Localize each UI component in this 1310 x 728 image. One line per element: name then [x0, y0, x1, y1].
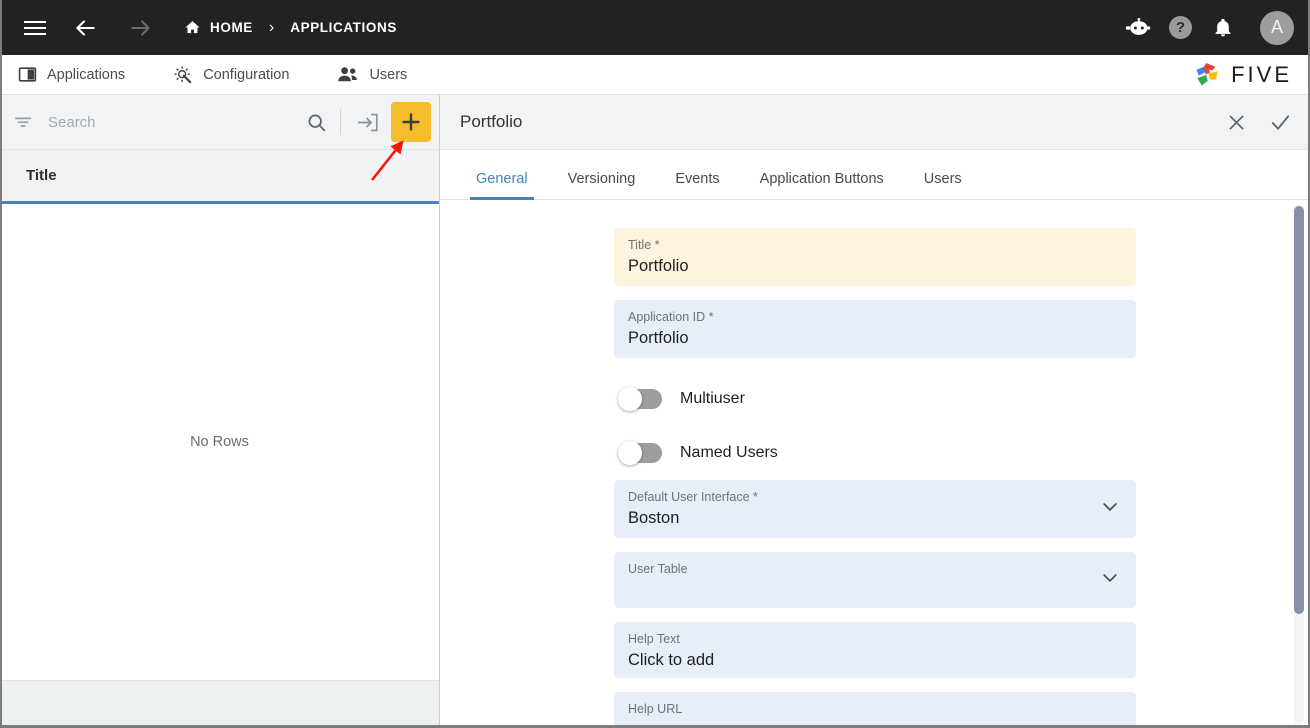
tab-versioning-label: Versioning [567, 171, 636, 187]
field-named-users[interactable]: Named Users [614, 426, 1136, 480]
nav-item-configuration-label: Configuration [203, 66, 290, 83]
help-glyph: ? [1175, 19, 1186, 36]
nav-item-users[interactable]: Users [337, 65, 407, 84]
list-column-header[interactable]: Title [0, 150, 439, 204]
tab-users-label: Users [923, 171, 962, 187]
tab-application-buttons[interactable]: Application Buttons [746, 171, 898, 199]
field-title[interactable]: Title * Portfolio [614, 228, 1136, 286]
check-icon[interactable] [1269, 111, 1292, 134]
search-input[interactable] [48, 113, 301, 131]
nav-item-users-label: Users [369, 66, 408, 83]
multiuser-label: Multiuser [680, 390, 745, 407]
tab-events-label: Events [675, 171, 720, 187]
avatar-initial: A [1270, 17, 1283, 37]
avatar[interactable]: A [1260, 10, 1294, 45]
field-help-url-label: Help URL [628, 702, 683, 716]
hamburger-menu-icon[interactable] [18, 11, 52, 45]
brand-wordmark: FIVE [1231, 61, 1292, 87]
named-users-label: Named Users [680, 444, 778, 461]
bell-icon[interactable] [1206, 11, 1240, 45]
breadcrumb-home-label: HOME [210, 20, 253, 35]
nav-item-applications-label: Applications [47, 66, 126, 83]
field-help-url[interactable]: Help URL [614, 692, 1136, 728]
forward-arrow-icon[interactable] [124, 11, 158, 45]
users-icon [337, 65, 359, 84]
five-brand-logo: FIVE [1192, 60, 1292, 90]
field-default-user-interface-value: Boston [628, 509, 680, 527]
tab-events[interactable]: Events [661, 171, 733, 199]
add-button[interactable] [391, 102, 431, 142]
named-users-toggle[interactable] [618, 441, 662, 465]
robot-chat-icon[interactable] [1121, 11, 1155, 45]
list-empty-state: No Rows [0, 204, 439, 680]
field-help-text-value: Click to add [628, 651, 715, 669]
search-icon[interactable] [301, 112, 331, 133]
multiuser-toggle[interactable] [618, 387, 662, 411]
breadcrumb-home[interactable]: HOME [184, 19, 253, 36]
toolbar-divider [340, 109, 341, 135]
form-scrollbar[interactable] [1294, 204, 1304, 724]
back-arrow-icon[interactable] [68, 11, 102, 45]
field-default-user-interface-label: Default User Interface * [628, 490, 758, 504]
page-title: Portfolio [460, 112, 523, 131]
help-icon[interactable]: ? [1169, 16, 1192, 39]
application-window: HOME › APPLICATIONS ? A Applications Con… [0, 0, 1310, 728]
applications-list-panel: Title No Rows [0, 95, 440, 728]
topbar-actions: ? A [1121, 10, 1294, 45]
configuration-gear-icon [173, 65, 193, 85]
field-title-label: Title * [628, 238, 660, 252]
field-application-id-label: Application ID * [628, 310, 714, 324]
main-content: Title No Rows Portfolio [0, 95, 1310, 728]
top-navigation-bar: HOME › APPLICATIONS ? A [0, 0, 1310, 59]
field-title-value: Portfolio [628, 257, 689, 275]
breadcrumb-separator: › [268, 18, 275, 36]
tab-users[interactable]: Users [910, 171, 976, 199]
nav-item-applications[interactable]: Applications [18, 65, 125, 84]
import-icon[interactable] [352, 107, 382, 137]
field-help-text[interactable]: Help Text Click to add [614, 622, 1136, 678]
close-icon[interactable] [1226, 112, 1247, 133]
chevron-down-icon[interactable] [1100, 568, 1120, 593]
tab-general[interactable]: General [462, 171, 542, 200]
nav-item-configuration[interactable]: Configuration [173, 65, 289, 85]
field-application-id[interactable]: Application ID * Portfolio [614, 300, 1136, 358]
field-application-id-value: Portfolio [628, 329, 689, 347]
tab-application-buttons-label: Application Buttons [759, 171, 884, 187]
search-toolbar [0, 95, 439, 150]
record-tabs: General Versioning Events Application Bu… [440, 150, 1310, 200]
record-form: Title * Portfolio Application ID * Portf… [440, 200, 1310, 728]
no-rows-message: No Rows [190, 434, 249, 450]
applications-icon [18, 65, 37, 84]
tab-general-label: General [476, 171, 528, 187]
record-detail-panel: Portfolio General Versioning Events Appl… [440, 95, 1310, 728]
module-navigation-bar: Applications Configuration Users FIVE [0, 55, 1310, 95]
tab-versioning[interactable]: Versioning [554, 171, 650, 199]
field-help-text-label: Help Text [628, 632, 680, 646]
filter-icon[interactable] [14, 114, 36, 130]
field-user-table[interactable]: User Table [614, 552, 1136, 608]
chevron-down-icon[interactable] [1100, 497, 1120, 522]
breadcrumb-current: APPLICATIONS [290, 20, 397, 35]
column-header-title: Title [26, 167, 57, 184]
form-scrollbar-thumb[interactable] [1294, 206, 1304, 614]
field-multiuser[interactable]: Multiuser [614, 372, 1136, 426]
field-user-table-label: User Table [628, 562, 688, 576]
list-footer [0, 680, 439, 728]
breadcrumb: HOME › APPLICATIONS [184, 19, 397, 37]
field-default-user-interface[interactable]: Default User Interface * Boston [614, 480, 1136, 538]
record-header: Portfolio [440, 95, 1310, 150]
five-pinwheel-logo [1196, 62, 1218, 85]
home-icon [185, 21, 200, 34]
